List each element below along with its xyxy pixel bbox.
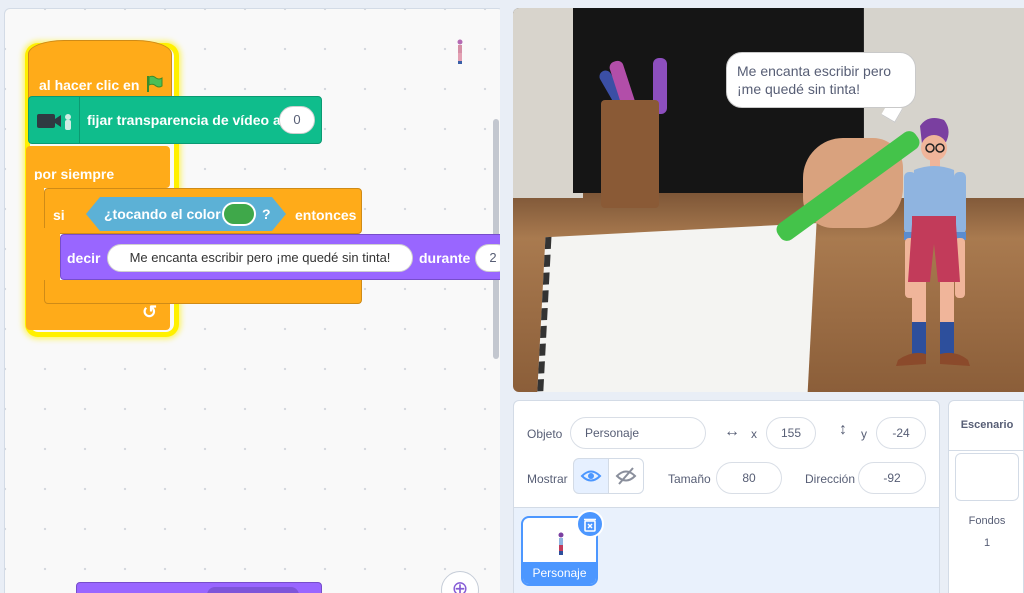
forever-block-bottom[interactable]: ↺: [26, 300, 170, 330]
trash-icon: [584, 518, 596, 532]
direction-input[interactable]: -92: [858, 462, 926, 494]
size-input[interactable]: 80: [716, 462, 782, 494]
y-label: y: [861, 427, 867, 441]
eye-slash-icon: [615, 467, 637, 485]
show-sprite-button[interactable]: [573, 458, 609, 494]
then-label: entonces: [295, 207, 357, 223]
backdrops-count: 1: [983, 537, 991, 549]
stage-header-strip: [513, 0, 1024, 8]
hat-label: al hacer clic en: [39, 77, 140, 93]
forever-block[interactable]: por siempre: [26, 146, 170, 188]
scratch-editor: al hacer clic en fijar transparencia de …: [0, 0, 1024, 593]
sprite-thumbnail-icon: [457, 39, 463, 64]
touching-color-question: ?: [262, 206, 271, 222]
size-label: Tamaño: [668, 472, 711, 486]
if-block-arm: [44, 228, 60, 288]
x-input[interactable]: 155: [766, 417, 816, 449]
touching-color-label: ¿tocando el color: [104, 206, 221, 222]
eye-icon: [580, 470, 602, 482]
hide-sprite-button[interactable]: [608, 458, 644, 494]
when-flag-clicked-block[interactable]: al hacer clic en: [28, 40, 172, 102]
object-label: Objeto: [527, 427, 563, 441]
color-picker-swatch[interactable]: [222, 202, 256, 226]
transparency-input[interactable]: 0: [279, 106, 315, 134]
forever-label: por siempre: [34, 166, 115, 182]
direction-label: Dirección: [805, 472, 856, 486]
show-label: Mostrar: [527, 472, 568, 486]
backdrops-label: Fondos: [968, 515, 1006, 527]
pane-divider: [500, 0, 513, 593]
x-arrows-icon: ↔: [724, 423, 740, 440]
video-sensing-icon: [37, 114, 71, 130]
y-input[interactable]: -24: [876, 417, 926, 449]
x-label: x: [751, 427, 757, 441]
character-sprite[interactable]: [888, 114, 984, 376]
green-flag-icon: [147, 75, 163, 92]
forever-block-arm: [26, 180, 44, 312]
backdrop-thumbnail[interactable]: [955, 453, 1019, 501]
delete-sprite-button[interactable]: [576, 510, 604, 538]
if-block-bottom: [44, 280, 362, 304]
say-label: decir: [67, 250, 101, 266]
during-label: durante: [419, 250, 471, 266]
pen-holder-cup: [601, 100, 659, 208]
stage-pane-title: Escenario: [949, 401, 1024, 451]
set-video-transparency-block[interactable]: fijar transparencia de vídeo a 0: [28, 96, 322, 144]
stage-selector-pane[interactable]: Escenario Fondos 1: [948, 400, 1024, 593]
say-for-secs-block[interactable]: decir Me encanta escribir pero ¡me quedé…: [60, 234, 511, 280]
touching-color-block[interactable]: ¿tocando el color ?: [86, 197, 286, 231]
looks-block-partial[interactable]: [76, 582, 322, 593]
sprite-name-input[interactable]: Personaje: [570, 417, 706, 449]
video-label: fijar transparencia de vídeo a: [87, 112, 281, 128]
speech-bubble: Me encanta escribir pero ¡me quedé sin t…: [726, 52, 916, 108]
say-message-input[interactable]: Me encanta escribir pero ¡me quedé sin t…: [107, 244, 413, 272]
sprite-costume-icon: [558, 532, 564, 555]
sprite-tile-name: Personaje: [523, 562, 596, 584]
spiral-notebook: [535, 223, 817, 392]
loop-arrow-icon: ↺: [142, 302, 158, 322]
y-arrows-icon: ↕: [839, 421, 847, 438]
if-label: si: [53, 207, 65, 223]
